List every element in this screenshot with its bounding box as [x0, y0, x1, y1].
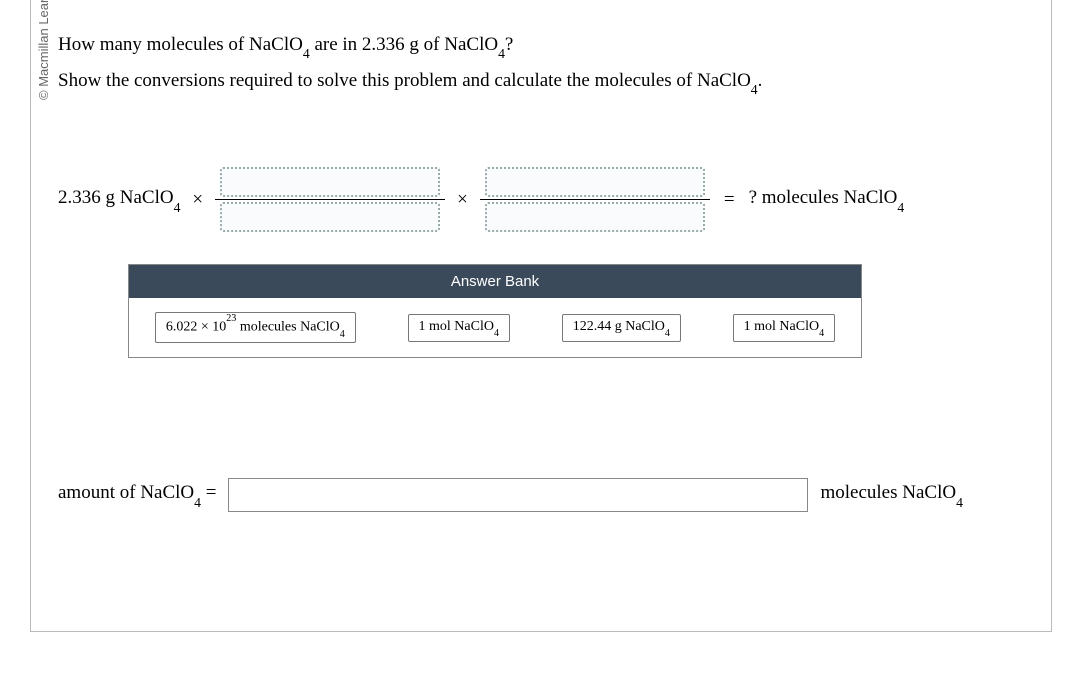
q2-text-b: . [758, 70, 763, 91]
eq-start-text: 2.336 g NaClO [58, 187, 174, 208]
tile0-sup: 23 [226, 313, 236, 324]
tile3-pre: 1 mol NaClO [744, 319, 819, 334]
eq-result-sub: 4 [897, 200, 904, 215]
tile3-sub: 4 [819, 328, 824, 339]
ans-label-sub: 4 [194, 495, 201, 510]
drop-slot-denominator-2[interactable] [485, 202, 705, 232]
eq-result-text: ? molecules NaClO [749, 187, 898, 208]
tile-molar-mass[interactable]: 122.44 g NaClO4 [562, 314, 681, 342]
content-area: How many molecules of NaClO4 are in 2.33… [58, 30, 1032, 512]
tile0-mid: molecules NaClO [236, 320, 339, 335]
tile-1mol-a[interactable]: 1 mol NaClO4 [408, 314, 511, 342]
tile0-pre: 6.022 × 10 [166, 320, 226, 335]
times-symbol-2: × [455, 189, 470, 211]
q2-sub: 4 [751, 82, 758, 97]
drop-slot-numerator-2[interactable] [485, 167, 705, 197]
tile-1mol-b[interactable]: 1 mol NaClO4 [733, 314, 836, 342]
eq-start-sub: 4 [174, 200, 181, 215]
q1-text-c: ? [505, 34, 513, 55]
equation-result: ? molecules NaClO4 [749, 187, 905, 212]
fraction-bar-2 [480, 199, 710, 200]
tile2-pre: 122.44 g NaClO [573, 319, 665, 334]
tile2-sub: 4 [665, 328, 670, 339]
answer-bank-header: Answer Bank [129, 265, 861, 298]
answer-input[interactable] [228, 478, 808, 512]
question-line-2: Show the conversions required to solve t… [58, 66, 1032, 98]
fraction-slot-2 [480, 167, 710, 232]
drop-slot-denominator-1[interactable] [220, 202, 440, 232]
equals-symbol: = [720, 189, 739, 211]
answer-row: amount of NaClO4 = molecules NaClO4 [58, 478, 1032, 512]
equation-row: 2.336 g NaClO4 × × = ? molecules NaClO4 [58, 167, 1032, 232]
q1-text-b: are in 2.336 g of NaClO [310, 34, 498, 55]
tile1-pre: 1 mol NaClO [419, 319, 494, 334]
ans-label-post: = [201, 482, 216, 503]
q1-sub-b: 4 [498, 46, 505, 61]
tile1-sub: 4 [494, 328, 499, 339]
drop-slot-numerator-1[interactable] [220, 167, 440, 197]
q1-text-a: How many molecules of NaClO [58, 34, 303, 55]
answer-bank: Answer Bank 6.022 × 1023 molecules NaClO… [128, 264, 862, 357]
question-line-1: How many molecules of NaClO4 are in 2.33… [58, 30, 1032, 62]
equation-start: 2.336 g NaClO4 [58, 187, 180, 212]
q1-sub-a: 4 [303, 46, 310, 61]
times-symbol-1: × [190, 189, 205, 211]
q2-text-a: Show the conversions required to solve t… [58, 70, 751, 91]
fraction-slot-1 [215, 167, 445, 232]
tile0-sub: 4 [340, 329, 345, 340]
copyright-label: © Macmillan Learning [36, 0, 51, 100]
ans-unit-pre: molecules NaClO [820, 482, 956, 503]
ans-label-pre: amount of NaClO [58, 482, 194, 503]
answer-label: amount of NaClO4 = [58, 482, 216, 507]
tile-avogadro[interactable]: 6.022 × 1023 molecules NaClO4 [155, 312, 356, 342]
fraction-bar-1 [215, 199, 445, 200]
answer-unit: molecules NaClO4 [820, 482, 962, 507]
ans-unit-sub: 4 [956, 495, 963, 510]
answer-bank-body: 6.022 × 1023 molecules NaClO4 1 mol NaCl… [129, 298, 861, 356]
